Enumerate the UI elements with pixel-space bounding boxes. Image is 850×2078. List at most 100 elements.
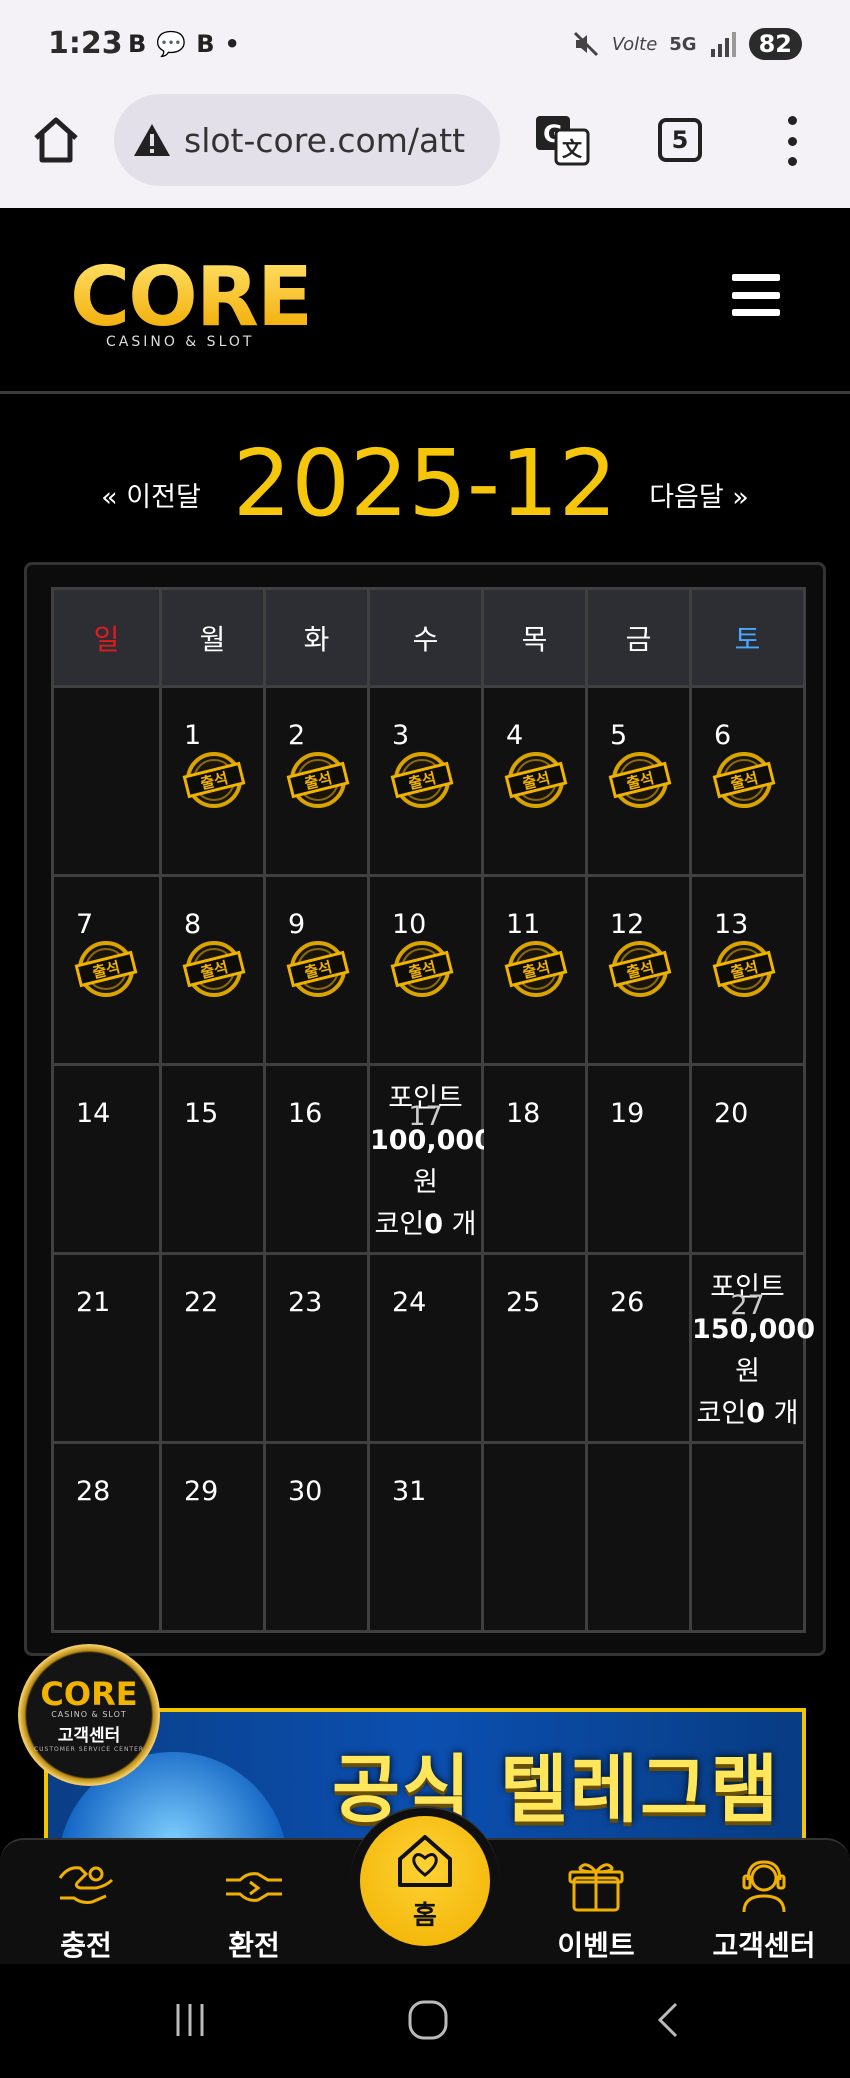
calendar-day-cell: 9 출석 [263,874,370,1066]
calendar-day-number: 26 [610,1287,645,1318]
status-bar: 1:23 B 💬 B • Volte 5G 82 [0,0,850,92]
calendar-day-number: 27 [730,1290,765,1321]
month-title: 2025-12 [232,430,618,537]
customer-support-badge[interactable]: CORE CASINO & SLOT 고객센터 CUSTOMER SERVICE… [18,1644,160,1786]
status-time: 1:23 [48,26,123,61]
nav-home-button[interactable]: 홈 [360,1816,490,1946]
status-system-icons: Volte 5G 82 [572,28,802,60]
reward-unit: 원 [413,1167,438,1198]
reward-unit: 원 [735,1356,760,1387]
calendar-day-number: 22 [184,1287,219,1318]
weekday-header: 금 [585,587,692,688]
calendar-day-cell: 28 [51,1441,162,1633]
calendar-day-cell: 1 출석 [159,685,266,877]
calendar-day-number: 4 [506,720,524,751]
calendar-day-cell: 8 출석 [159,874,266,1066]
nav-support-label: 고객센터 [712,1929,816,1962]
address-bar[interactable]: slot-core.com/att [114,94,500,186]
nav-deposit-label: 충전 [60,1929,112,1962]
calendar-day-cell: 21 [51,1252,162,1444]
logo-text: CORE [70,250,313,345]
network-type-label: 5G [669,33,697,55]
calendar-day-cell: 7 출석 [51,874,162,1066]
attendance-stamp-icon: 출석 [182,752,246,808]
calendar-day-cell: 13 출석 [689,874,806,1066]
translate-icon[interactable]: G文 [534,114,590,166]
browser-menu-button[interactable] [784,116,800,166]
calendar-empty-cell [689,1441,806,1633]
attendance-stamp-icon: 출석 [608,752,672,808]
notification-icon-3: B [196,30,215,58]
browser-toolbar: slot-core.com/att G文 5 [0,92,850,208]
battery-level: 82 [748,28,802,60]
calendar-day-number: 6 [714,720,732,751]
weekday-header: 목 [481,587,588,688]
nav-event[interactable]: 이벤트 [526,1858,666,1964]
headset-icon [742,1860,786,1913]
site-header: CORE CASINO & SLOT [0,208,850,394]
recent-apps-icon[interactable] [170,2000,210,2040]
url-text: slot-core.com/att [184,120,466,160]
calendar-empty-cell [51,685,162,877]
calendar-empty-cell [481,1441,588,1633]
svg-text:文: 文 [562,137,583,161]
coin-unit: 개 [765,1398,799,1429]
attendance-stamp-icon: 출석 [712,752,776,808]
badge-subtitle: CASINO & SLOT [51,1709,127,1719]
calendar-day-cell: 10 출석 [367,874,484,1066]
deposit-icon [58,1866,114,1904]
attendance-stamp-icon: 출석 [390,752,454,808]
calendar-day-number: 24 [392,1287,427,1318]
calendar-day-number: 9 [288,909,306,940]
nav-deposit[interactable]: 충전 [16,1858,156,1964]
calendar-day-cell: 26 [585,1252,692,1444]
calendar-day-number: 17 [408,1101,443,1132]
next-month-link[interactable]: 다음달 » [649,475,749,514]
tab-switcher-button[interactable]: 5 [658,118,702,162]
calendar-day-number: 31 [392,1476,427,1507]
hamburger-menu-icon[interactable] [732,274,780,316]
notification-icon-4: • [224,30,240,58]
weekday-header: 토 [689,587,806,688]
calendar-day-number: 10 [392,909,427,940]
calendar-day-number: 12 [610,909,645,940]
calendar-day-cell: 5 출석 [585,685,692,877]
coin-unit: 개 [443,1209,477,1240]
prev-month-link[interactable]: « 이전달 [101,475,201,514]
calendar-day-number: 21 [76,1287,111,1318]
calendar-day-cell: 20 [689,1063,806,1255]
calendar-day-number: 19 [610,1098,645,1129]
nav-support[interactable]: 고객센터 [694,1858,834,1964]
weekday-header: 화 [263,587,370,688]
nav-withdraw[interactable]: 환전 [184,1858,324,1964]
weekday-header: 일 [51,587,162,688]
warning-icon[interactable] [132,122,172,158]
mute-icon [573,31,598,57]
weekday-header-row: 일월화수목금토 [51,587,806,688]
nav-home-label: 홈 [413,1900,437,1931]
calendar-empty-cell [585,1441,692,1633]
calendar-day-number: 20 [714,1098,749,1129]
badge-logo: CORE [40,1674,138,1713]
calendar-day-cell: 2 출석 [263,685,370,877]
nav-withdraw-label: 환전 [228,1929,280,1962]
site-logo[interactable]: CORE CASINO & SLOT [70,250,313,351]
calendar-day-cell: 포인트 27 150,000 원 코인0 개 [689,1252,815,1444]
calendar-day-number: 3 [392,720,410,751]
home-icon[interactable] [30,114,82,166]
status-notification-icons: B 💬 B • [128,30,240,58]
attendance-stamp-icon: 출석 [504,941,568,997]
calendar-day-number: 16 [288,1098,323,1129]
back-icon[interactable] [652,2000,682,2040]
attendance-stamp-icon: 출석 [286,941,350,997]
calendar-week-row: 7 출석 8 출석 9 출석 10 출석 11 출석 12 출석 13 출석 [51,874,806,1066]
calendar-day-cell: 22 [159,1252,266,1444]
calendar-table: 일월화수목금토 1 출석 2 출석 3 출석 4 출석 5 출석 6 출석 7 출석 8 출석 9 출석 10 출석 1… [51,587,815,1633]
coin-count: 0 [424,1209,444,1240]
coin-label: 코인 [374,1209,425,1240]
calendar-day-number: 28 [76,1476,111,1507]
calendar-day-cell: 3 출석 [367,685,484,877]
calendar-day-number: 5 [610,720,628,751]
home-nav-icon[interactable] [406,1998,450,2042]
calendar-day-cell: 6 출석 [689,685,806,877]
